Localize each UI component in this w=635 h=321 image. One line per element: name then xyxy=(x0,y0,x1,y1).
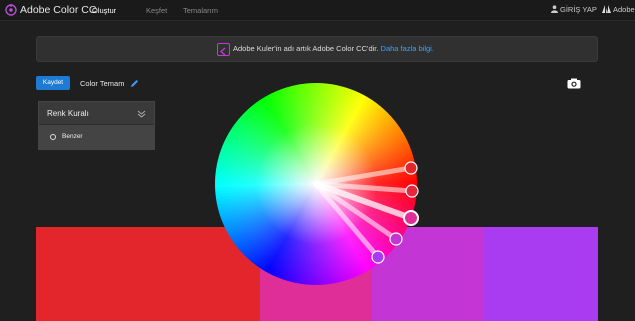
color-handle-4[interactable] xyxy=(371,250,385,264)
color-handle-base[interactable] xyxy=(403,210,419,226)
color-handle-3[interactable] xyxy=(389,232,403,246)
color-handle-1[interactable] xyxy=(404,161,418,175)
color-wheel[interactable] xyxy=(0,0,635,321)
color-handle-2[interactable] xyxy=(405,184,419,198)
